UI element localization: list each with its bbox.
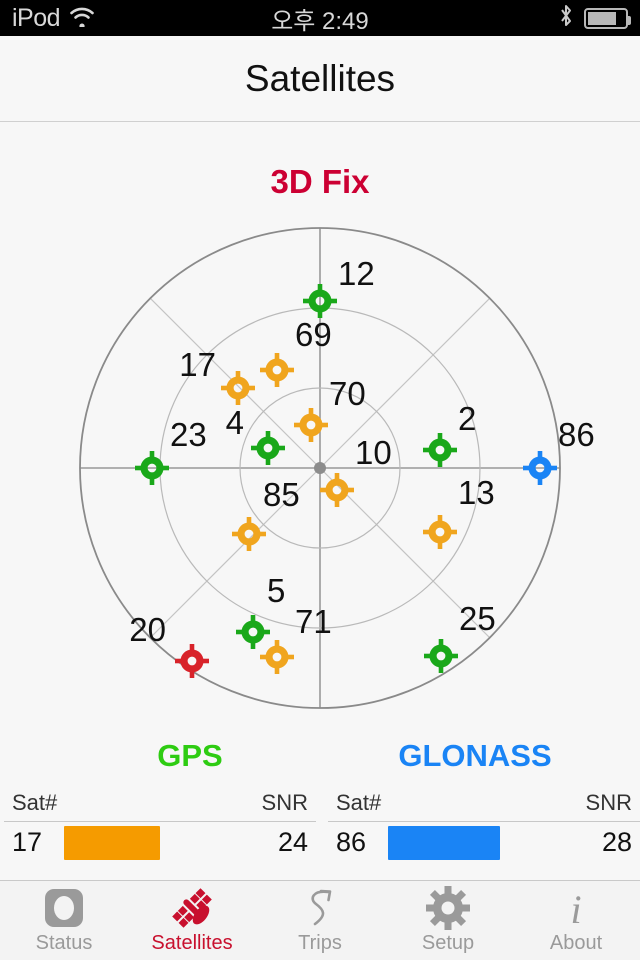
satellite-id-label: 85 [263,476,300,513]
status-bar: iPod 오후 2:49 [0,0,640,36]
main-content: 3D Fix 12 69 17 70 4 2 23 86 10 85 13 5 71 20 25 GPS G… [0,123,640,880]
satellite-id-label: 17 [179,346,216,383]
satellite-marker [221,371,255,405]
satellite-marker [260,353,294,387]
satellite-id-label: 2 [458,400,476,437]
glonass-table-body: 86 28 [328,821,640,867]
tab-setup[interactable]: Setup [384,881,512,960]
glonass-snr-bar [388,826,500,860]
satellite-marker [423,433,457,467]
page-title: Satellites [244,57,396,99]
glonass-col-snr: SNR [585,790,632,815]
glonass-table: Sat# SNR 86 28 [328,785,640,867]
satellite-id-label: 5 [267,572,285,609]
gear-icon [425,886,471,930]
satellite-id-label: 20 [129,611,166,648]
gps-sat-number: 17 [12,827,43,857]
satellite-marker [294,408,328,442]
tab-about[interactable]: i About [512,881,640,960]
tab-satellites[interactable]: Satellites [128,881,256,960]
gps-snr-value: 24 [277,827,308,857]
status-icon [41,886,87,930]
svg-text:i: i [570,887,581,931]
gps-col-snr: SNR [261,790,308,815]
battery-icon [584,7,631,29]
satellite-id-label: 86 [558,416,595,453]
tab-trips[interactable]: Trips [256,881,384,960]
satellite-marker [320,473,354,507]
tab-trips-label: Trips [298,932,342,954]
satellite-id-label: 23 [170,416,207,453]
sky-plot: 12 69 17 70 4 2 23 86 10 85 13 5 71 20 25 [0,123,640,723]
satellite-icon [168,886,216,930]
tab-about-label: About [549,932,603,954]
bluetooth-icon [558,3,574,34]
table-row: 17 24 [4,821,316,867]
constellation-legend: GPS GLONASS [0,738,640,788]
glonass-snr-value: 28 [601,827,632,857]
table-row: 86 28 [328,821,640,867]
tab-setup-label: Setup [421,932,475,954]
satellite-marker [251,431,285,465]
legend-glonass-label: GLONASS [398,738,552,773]
wifi-icon [68,5,96,32]
satellite-marker [236,615,270,649]
satellite-id-label: 70 [329,375,366,412]
info-icon: i [553,886,599,931]
status-bar-time: 오후 2:49 [271,7,369,35]
satellite-id-label: 4 [226,404,244,441]
glonass-sat-number: 86 [336,827,367,857]
gps-table: Sat# SNR 17 24 [4,785,316,867]
tab-status[interactable]: Status [0,881,128,960]
satellite-id-label: 69 [295,316,332,353]
gps-table-body: 17 24 [4,821,316,867]
tab-satellites-label: Satellites [151,932,233,954]
snr-tables: Sat# SNR 17 24 Sat# SNR 86 28 [0,785,640,880]
skyplot-center-dot [314,462,326,474]
satellite-marker [260,640,294,674]
satellite-id-label: 12 [338,255,375,292]
gps-snr-bar [64,826,161,860]
glonass-col-sat: Sat# [336,790,382,815]
gps-table-header: Sat# SNR [4,785,316,821]
navigation-bar: Satellites [0,36,640,122]
sky-plot-svg: 1269 17 70 4 2 23 86 10 85 13 5 71 20 25 [79,227,595,709]
tab-bar: Status Satellites Trips Setup i About [0,880,640,960]
status-bar-right [440,3,640,34]
carrier-label: iPod [12,3,61,32]
satellite-id-label: 13 [458,474,495,511]
satellite-id-label: 71 [295,603,332,640]
gps-col-sat: Sat# [12,790,58,815]
glonass-table-header: Sat# SNR [328,785,640,821]
satellite-id-label: 10 [355,434,392,471]
tab-status-label: Status [35,932,93,954]
status-bar-left: iPod [0,4,200,33]
trips-icon [297,886,343,930]
satellite-id-label: 25 [459,600,496,637]
legend-gps-label: GPS [157,738,223,773]
satellite-marker [175,644,209,678]
satellite-marker [423,515,457,549]
